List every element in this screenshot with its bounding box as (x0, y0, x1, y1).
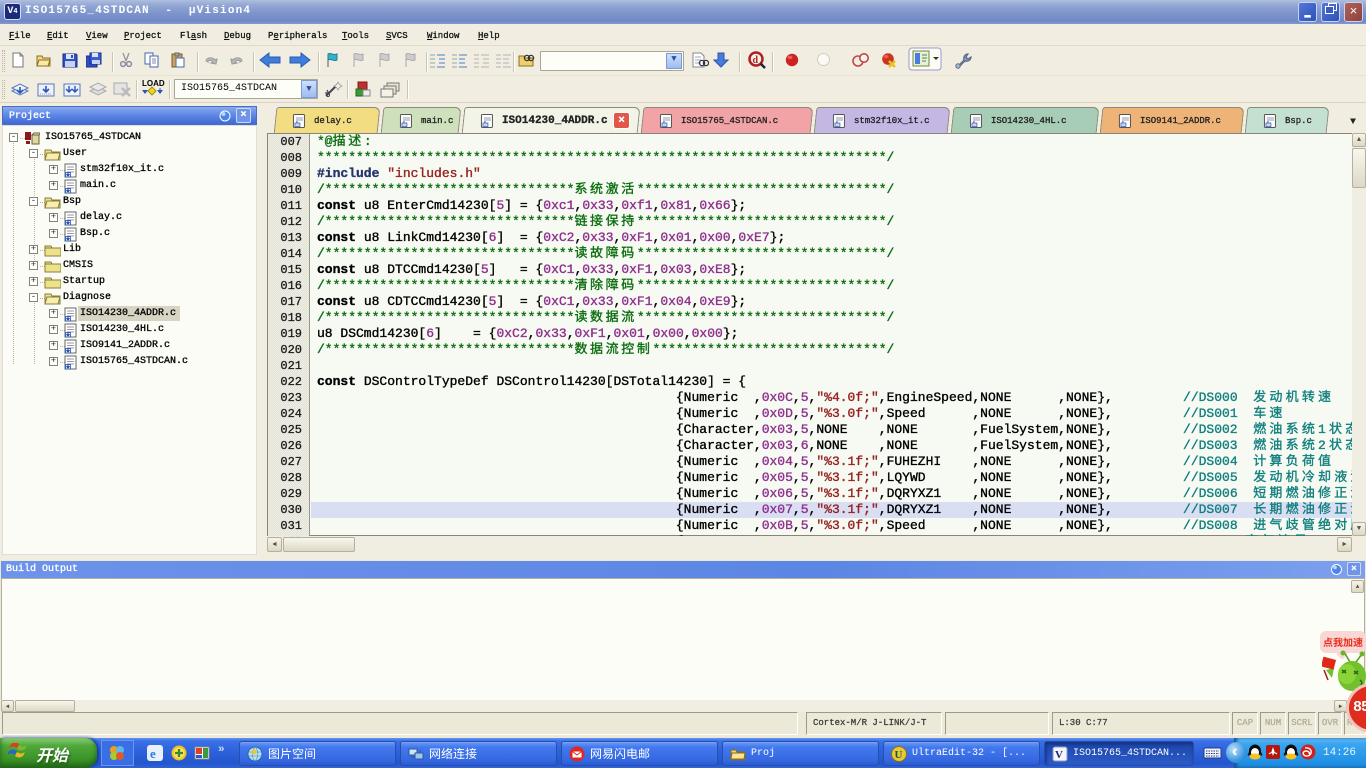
svg-text:U: U (895, 749, 903, 761)
svg-text:e: e (150, 746, 156, 761)
svg-text:V: V (1055, 749, 1063, 761)
svg-text:LOAD: LOAD (142, 79, 165, 88)
svg-text:d: d (753, 55, 759, 66)
